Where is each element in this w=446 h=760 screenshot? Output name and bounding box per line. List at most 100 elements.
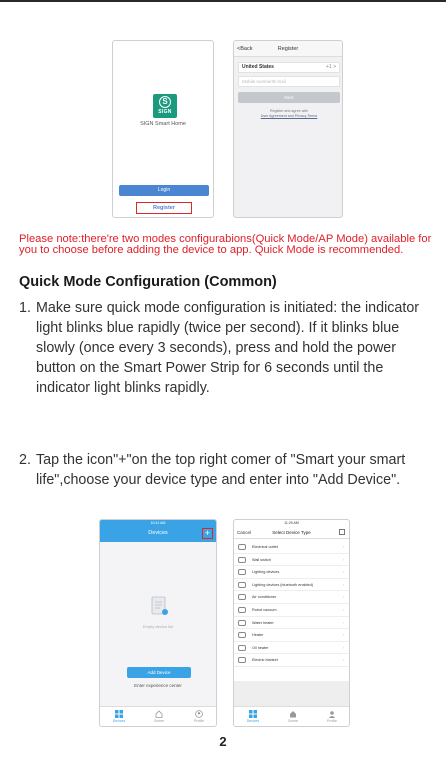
register-navbar: Register <Back: [234, 41, 342, 57]
sign-logo: S SIGN: [153, 94, 177, 118]
item-label: Wall switch: [252, 557, 271, 562]
add-device-button[interactable]: Add Device: [127, 667, 191, 678]
select-tabbar: Devices Scene Profile: [234, 706, 349, 726]
agree-label: Register and agree with: [270, 109, 308, 113]
devices-title: Devices: [148, 530, 168, 536]
logo-letter: S: [159, 96, 171, 108]
login-screenshot: S SIGN SIGN Smart Home Login Register: [112, 40, 214, 218]
item-label: Robot vacuum: [252, 607, 277, 612]
tab-scene[interactable]: Scene: [278, 710, 308, 723]
list-item[interactable]: Electrical outlet ›: [234, 541, 349, 554]
item-label: Heater: [252, 633, 264, 638]
step-1: 1. Make sure quick mode configuration is…: [19, 298, 439, 398]
air-conditioner-icon: [238, 594, 246, 601]
water-heater-icon: [238, 619, 246, 626]
top-rule: [0, 0, 446, 2]
robot-vacuum-icon: [238, 606, 246, 613]
outlet-icon: [238, 544, 246, 550]
logo-text: SIGN: [158, 109, 172, 115]
tab-devices[interactable]: Devices: [238, 710, 268, 723]
list-item[interactable]: Air conditioner ›: [234, 591, 349, 604]
select-navbar: Select Device Type Cancel: [234, 527, 349, 539]
country-selector[interactable]: United States +1 >: [238, 62, 340, 73]
item-label: Electric blanket: [252, 658, 278, 663]
brand-name: SIGN Smart Home: [140, 121, 186, 127]
switch-icon: [238, 556, 246, 563]
item-label: Air conditioner: [252, 595, 277, 600]
home-icon: [290, 711, 296, 718]
tab-label: Profile: [194, 719, 204, 723]
tab-profile[interactable]: Profile: [317, 710, 347, 723]
agreement-text: Register and agree with User Agreement a…: [238, 109, 340, 118]
register-screenshot: Register <Back United States +1 > Mobile…: [233, 40, 343, 218]
step-number: 2.: [19, 452, 31, 468]
bulb-icon: [238, 581, 246, 588]
list-item[interactable]: Water heater ›: [234, 617, 349, 630]
chevron-right-icon: ›: [342, 557, 344, 562]
list-item[interactable]: Wall switch ›: [234, 554, 349, 567]
chevron-right-icon: ›: [342, 595, 344, 600]
country-code: +1 >: [325, 64, 336, 70]
list-item[interactable]: Oil heater ›: [234, 642, 349, 655]
country-name: United States: [242, 64, 274, 70]
list-item[interactable]: Heater ›: [234, 629, 349, 642]
chevron-right-icon: ›: [342, 607, 344, 612]
chevron-right-icon: ›: [342, 658, 344, 663]
chevron-right-icon: ›: [342, 645, 344, 650]
list-item[interactable]: Lighting devices (bluetooth enabled) ›: [234, 579, 349, 592]
add-plus-button[interactable]: +: [202, 528, 213, 539]
experience-center-link[interactable]: Enter experience center: [100, 683, 216, 688]
step-number: 1.: [19, 300, 31, 316]
chevron-right-icon: ›: [342, 620, 344, 625]
list-item[interactable]: Electric blanket ›: [234, 654, 349, 667]
account-input[interactable]: Mobile number/E-mail: [238, 76, 340, 87]
select-title: Select Device Type: [272, 530, 311, 535]
devices-tabbar: Devices Scene Profile: [100, 706, 216, 726]
tab-devices[interactable]: Devices: [104, 710, 134, 723]
mode-note: Please note:there're two modes configura…: [19, 233, 432, 256]
page-number: 2: [219, 734, 227, 749]
chevron-right-icon: ›: [342, 633, 344, 638]
cancel-button[interactable]: Cancel: [237, 530, 251, 535]
profile-icon: [195, 710, 203, 718]
tab-scene[interactable]: Scene: [144, 710, 174, 723]
blanket-icon: [238, 657, 246, 664]
back-button[interactable]: <Back: [237, 46, 252, 52]
list-item[interactable]: Robot vacuum ›: [234, 604, 349, 617]
empty-list-text: Empty device list: [142, 624, 173, 629]
register-button[interactable]: Register: [136, 202, 192, 214]
bulb-icon: [238, 569, 246, 576]
tab-profile[interactable]: Profile: [184, 710, 214, 723]
scan-icon[interactable]: [339, 529, 345, 535]
empty-list-icon: [151, 596, 168, 615]
step-text: Tap the icon"+"on the top right comer of…: [36, 452, 406, 488]
select-device-screenshot: 11:29 AM Select Device Type Cancel Elect…: [233, 519, 350, 727]
item-label: Lighting devices (bluetooth enabled): [252, 582, 314, 587]
device-type-list: Electrical outlet › Wall switch › Lighting…: [234, 541, 349, 667]
home-icon: [155, 710, 163, 718]
grid-icon: [115, 710, 123, 718]
step-2: 2. Tap the icon"+"on the top right comer…: [19, 450, 439, 490]
item-label: Oil heater: [252, 645, 269, 650]
item-label: Water heater: [252, 620, 274, 625]
agreement-link[interactable]: User Agreement and Privacy Terms: [261, 114, 317, 118]
status-bar: 11:29 AM: [284, 521, 299, 525]
item-label: Electrical outlet: [252, 545, 278, 549]
heater-icon: [238, 632, 246, 639]
devices-screenshot: 10:41 AM Devices + Empty device list Add…: [99, 519, 217, 727]
oil-heater-icon: [238, 644, 246, 651]
profile-icon: [328, 711, 336, 718]
section-heading: Quick Mode Configuration (Common): [19, 274, 277, 290]
tab-label: Profile: [327, 719, 337, 723]
devices-navbar: Devices +: [100, 526, 216, 542]
chevron-right-icon: ›: [342, 582, 344, 587]
item-label: Lighting devices: [252, 570, 280, 575]
step-text: Make sure quick mode configuration is in…: [36, 300, 420, 396]
next-button[interactable]: Next: [238, 92, 340, 103]
tab-label: Devices: [112, 719, 126, 723]
list-item[interactable]: Lighting devices ›: [234, 566, 349, 579]
chevron-right-icon: ›: [342, 545, 344, 549]
grid-icon: [249, 710, 257, 718]
tab-label: Devices: [246, 719, 260, 723]
login-button[interactable]: Login: [119, 185, 209, 196]
